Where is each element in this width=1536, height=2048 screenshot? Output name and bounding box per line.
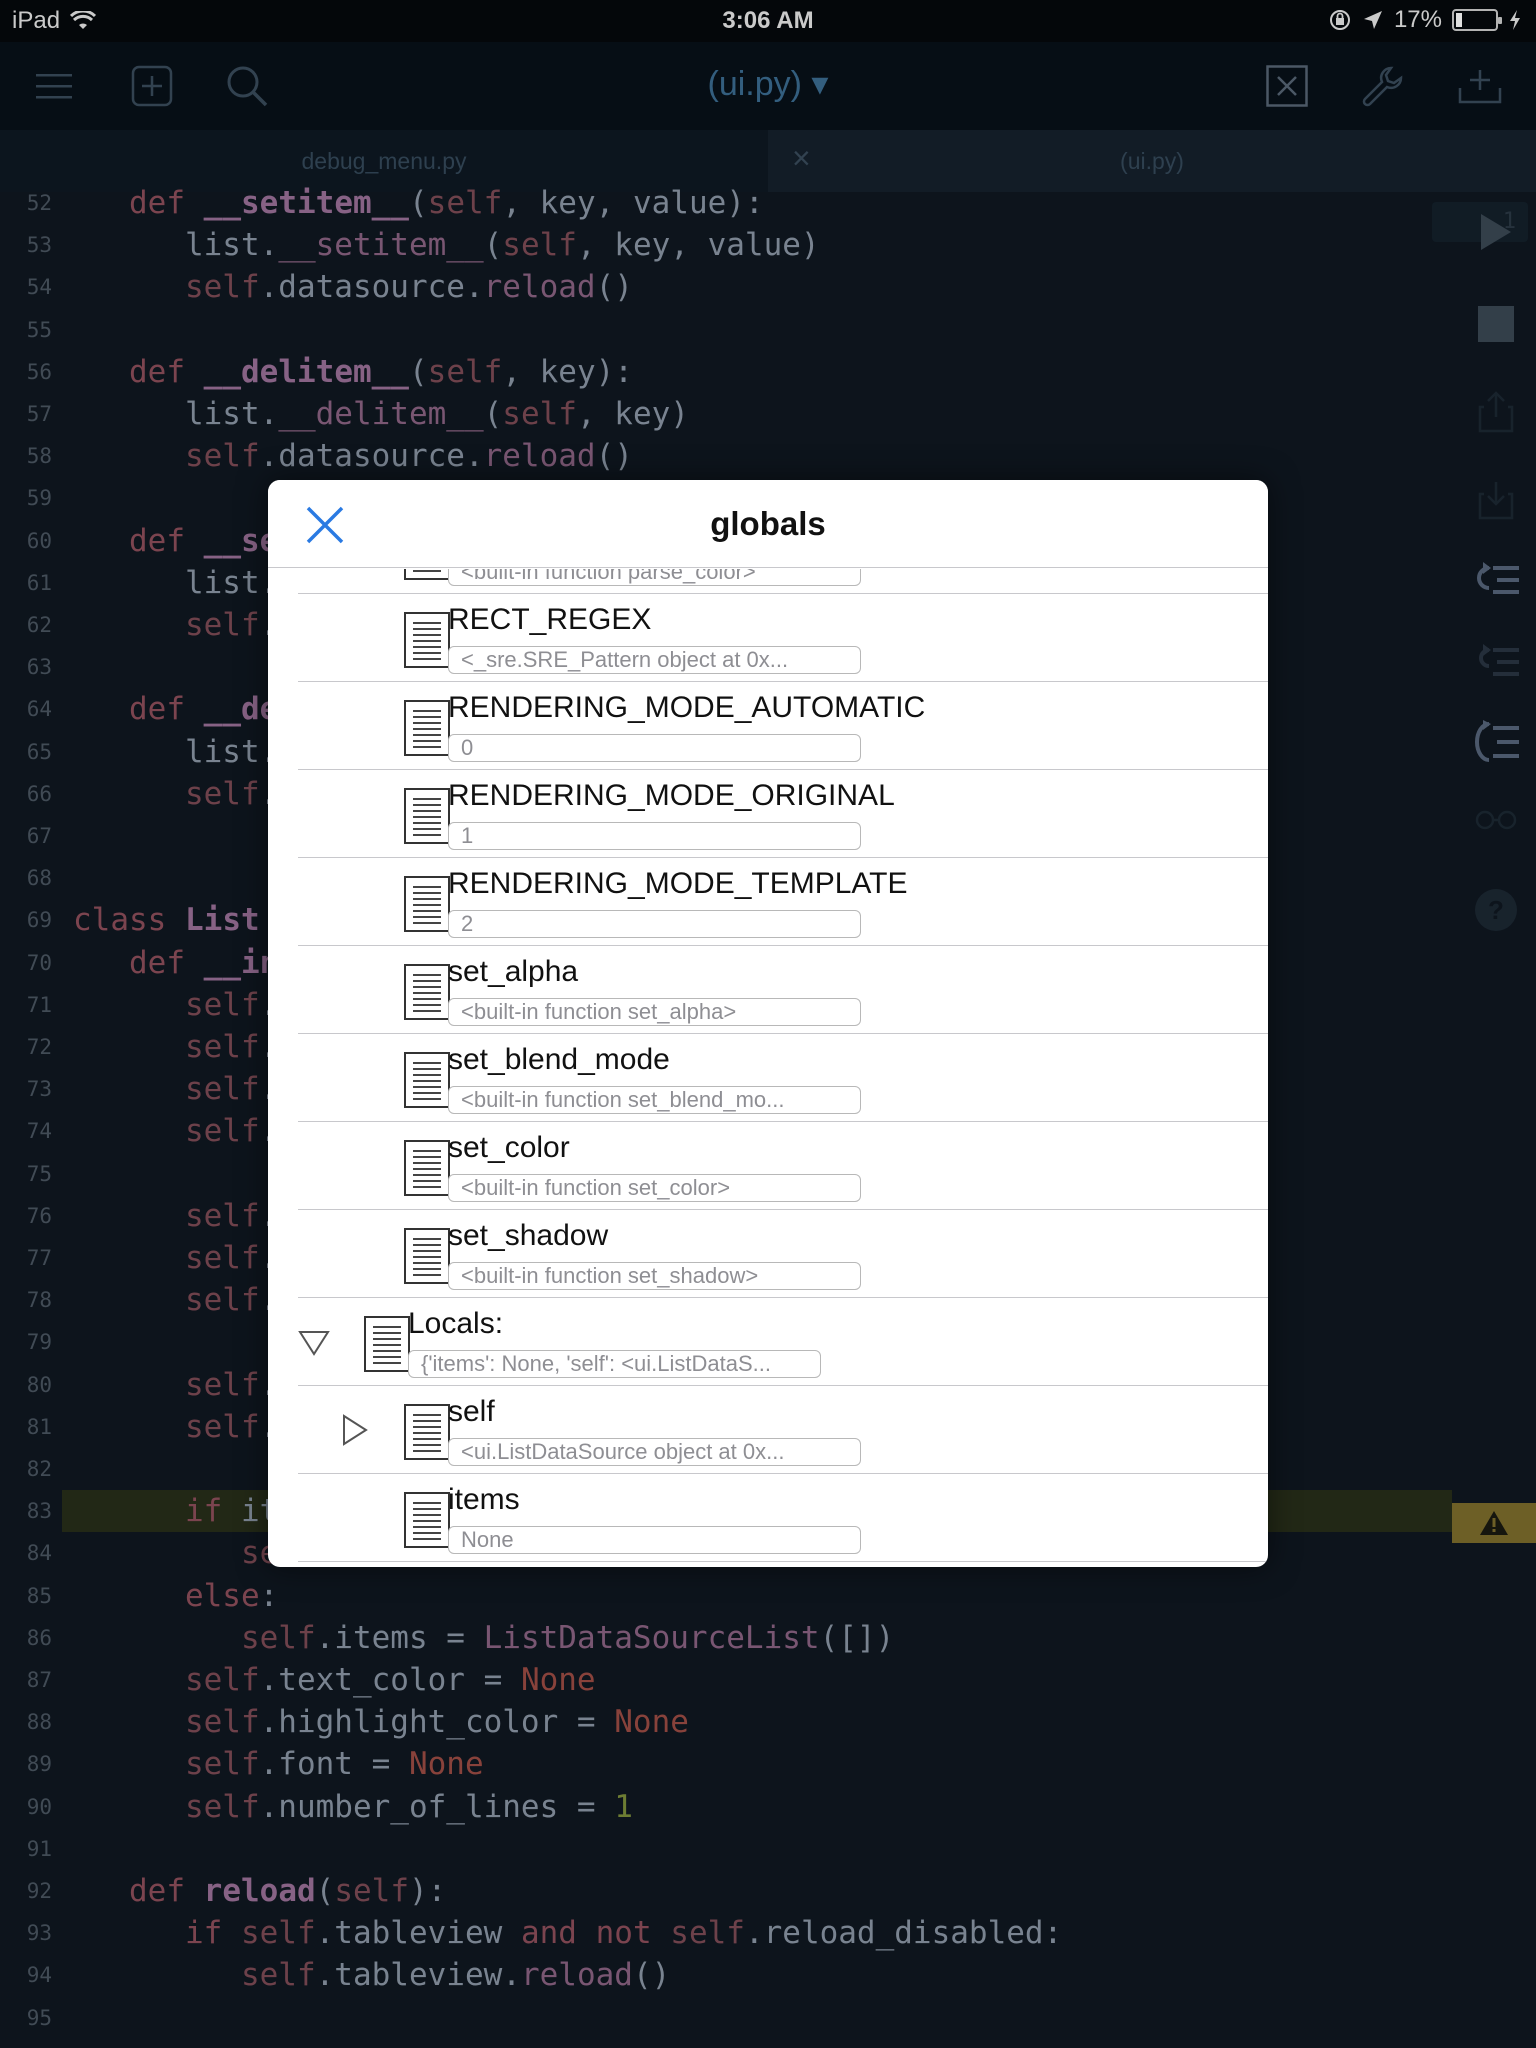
variable-name: set_shadow [448,1219,609,1252]
variable-row[interactable]: set_alpha <built-in function set_alpha> [298,946,1268,1034]
variable-row[interactable]: set_shadow <built-in function set_shadow> [298,1210,1268,1298]
variable-value-field[interactable]: <built-in function set_shadow> [448,1262,861,1290]
variable-row[interactable]: RENDERING_MODE_AUTOMATIC 0 [298,682,1268,770]
variable-value-field[interactable]: 2 [448,910,861,938]
document-icon [404,876,450,932]
variable-name: set_color [448,1131,570,1164]
disclosure-expanded-icon[interactable] [298,1326,330,1358]
variable-name: self [448,1395,495,1428]
document-icon [404,1404,450,1460]
globals-dialog: globals <built-in function parse_color> R… [268,480,1268,1567]
document-icon [404,1140,450,1196]
variable-row[interactable]: RENDERING_MODE_TEMPLATE 2 [298,858,1268,946]
variable-name: items [448,1483,520,1516]
variable-name: Locals: [408,1307,504,1340]
variable-name: RENDERING_MODE_TEMPLATE [448,867,908,900]
variable-value-field[interactable]: <ui.ListDataSource object at 0x... [448,1438,861,1466]
variable-name: RENDERING_MODE_ORIGINAL [448,779,895,812]
variable-row[interactable]: set_color <built-in function set_color> [298,1122,1268,1210]
disclosure-collapsed-icon[interactable] [338,1414,370,1446]
document-icon [404,1228,450,1284]
variable-row[interactable]: Locals: {'items': None, 'self': <ui.ListD… [298,1298,1268,1386]
variable-value-field[interactable]: {'items': None, 'self': <ui.ListDataS... [408,1350,821,1378]
variable-value-field[interactable]: <built-in function set_blend_mo... [448,1086,861,1114]
document-icon [404,1052,450,1108]
variable-row[interactable]: self <ui.ListDataSource object at 0x... [298,1386,1268,1474]
variable-value-field[interactable]: <built-in function set_alpha> [448,998,861,1026]
dialog-header: globals [268,480,1268,568]
document-icon [404,788,450,844]
variable-name: set_alpha [448,955,579,988]
variable-value-field[interactable]: <_sre.SRE_Pattern object at 0x... [448,646,861,674]
variables-list[interactable]: <built-in function parse_color> RECT_REGE… [268,569,1268,1567]
dialog-title: globals [710,505,826,542]
document-icon [404,612,450,668]
variable-row[interactable]: <built-in function parse_color> [298,569,1268,594]
variable-row[interactable]: RENDERING_MODE_ORIGINAL 1 [298,770,1268,858]
variable-row[interactable]: set_blend_mode <built-in function set_ble… [298,1034,1268,1122]
variable-value-field[interactable]: 0 [448,734,861,762]
variable-value-field[interactable]: None [448,1526,861,1554]
document-icon [404,700,450,756]
variable-name: RENDERING_MODE_AUTOMATIC [448,691,926,724]
document-icon [404,569,450,580]
document-icon [364,1316,410,1372]
variable-value-field[interactable]: <built-in function set_color> [448,1174,861,1202]
variable-value-field[interactable]: 1 [448,822,861,850]
variable-name: RECT_REGEX [448,603,652,636]
variable-row[interactable]: items None [298,1474,1268,1562]
document-icon [404,964,450,1020]
variable-row[interactable]: RECT_REGEX <_sre.SRE_Pattern object at 0x… [298,594,1268,682]
variable-value-field[interactable]: <built-in function parse_color> [448,569,861,586]
variable-name: set_blend_mode [448,1043,670,1076]
document-icon [404,1492,450,1548]
